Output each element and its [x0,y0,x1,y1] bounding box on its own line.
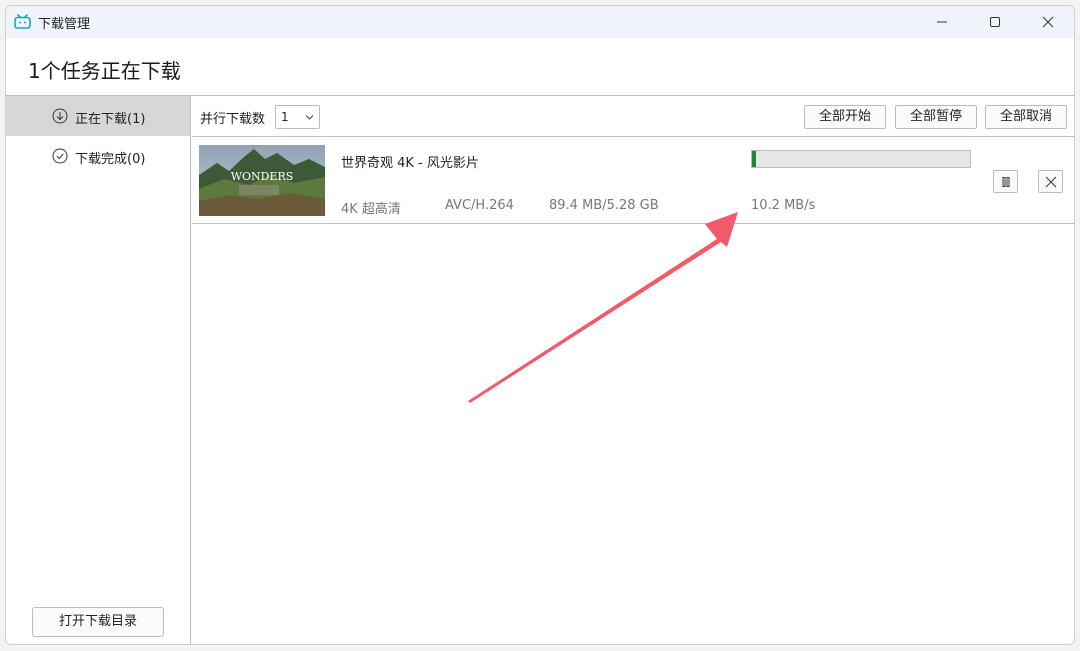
close-window-button[interactable] [1025,6,1071,38]
pause-icon [1002,176,1009,187]
sidebar-item-label: 下载完成(0) [75,152,146,167]
download-quality: 4K 超高清 [341,202,401,217]
download-size: 89.4 MB/5.28 GB [549,198,659,213]
page-header: 1个任务正在下载 [6,38,1074,96]
check-circle-icon [52,148,68,164]
maximize-button[interactable] [972,6,1018,38]
video-thumbnail: WONDERS [199,145,325,216]
chevron-down-icon [305,115,314,120]
parallel-downloads-label: 并行下载数 [200,112,266,127]
remove-download-button[interactable] [1038,170,1063,193]
toolbar: 并行下载数 1 全部开始 全部暂停 全部取消 [192,96,1074,137]
sidebar: 正在下载(1) 下载完成(0) 打开下载目录 [6,96,191,644]
open-download-folder-button[interactable]: 打开下载目录 [32,607,164,637]
pause-download-button[interactable] [993,170,1018,193]
download-progress-bar [751,150,971,168]
sidebar-item-completed[interactable]: 下载完成(0) [6,136,190,176]
title-bar: 下载管理 [6,6,1074,38]
minimize-button[interactable] [919,6,965,38]
page-title: 1个任务正在下载 [28,59,181,83]
download-manager-window: 下载管理 1个任务正在下载 正在下载(1) 下载完成(0) 打开下载目录 并行下… [5,5,1075,645]
sidebar-item-label: 正在下载(1) [75,112,146,127]
download-circle-icon [52,108,68,124]
parallel-downloads-select[interactable]: 1 [275,105,320,129]
thumbnail-image: WONDERS [199,145,325,216]
maximize-icon [990,17,1000,27]
window-title: 下载管理 [38,17,91,32]
thumbnail-title-text: WONDERS [231,170,294,183]
download-progress-fill [752,151,756,167]
download-codec: AVC/H.264 [445,198,514,213]
start-all-button[interactable]: 全部开始 [804,105,886,129]
bilibili-tv-icon [14,14,31,29]
download-title: 世界奇观 4K - 风光影片 [341,156,479,171]
sidebar-item-downloading[interactable]: 正在下载(1) [6,96,190,136]
parallel-downloads-value: 1 [281,110,289,124]
close-icon [1045,176,1056,187]
cancel-all-button[interactable]: 全部取消 [985,105,1067,129]
minimize-icon [937,21,947,23]
pause-all-button[interactable]: 全部暂停 [895,105,977,129]
close-icon [1042,16,1054,28]
download-item: WONDERS 世界奇观 4K - 风光影片 4K 超高清 AVC/H.264 … [192,138,1074,224]
download-speed: 10.2 MB/s [751,198,816,213]
